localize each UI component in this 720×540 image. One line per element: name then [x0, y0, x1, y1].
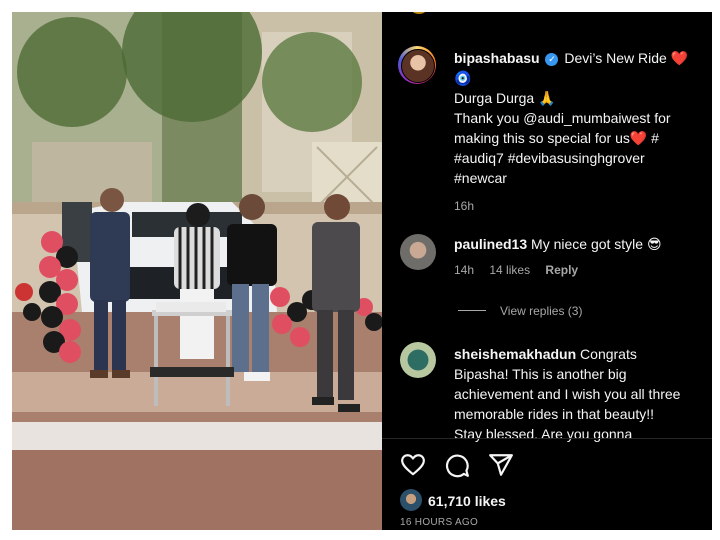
comment-meta: 14h 14 likes Reply — [454, 260, 704, 280]
likes-count[interactable]: 61,710 likes — [428, 491, 506, 511]
comment-age: 14h — [454, 263, 475, 277]
car-delivery-scene — [12, 12, 382, 530]
caption-line: #newcar — [454, 170, 507, 186]
post-timestamp[interactable]: 16 HOURS AGO — [400, 513, 478, 530]
comment-username[interactable]: paulined13 — [454, 236, 527, 252]
comment-username[interactable]: sheishemakhadun — [454, 346, 576, 362]
share-arrow-icon[interactable] — [488, 452, 516, 480]
comment-item: sheishemakhadun Congrats Bipasha! This i… — [454, 344, 704, 444]
comment-likes[interactable]: 14 likes — [489, 263, 530, 277]
caption-age[interactable]: 16h — [454, 196, 704, 216]
caption-line: Durga Durga 🙏 — [454, 90, 556, 106]
comment-bubble-icon[interactable] — [444, 452, 472, 480]
view-replies-button[interactable]: View replies (3) — [458, 301, 582, 321]
comment-text-line: Stay blessed. Are you gonna — [454, 426, 633, 442]
verified-badge-icon: ✓ — [545, 53, 559, 66]
comment-text-line: Congrats — [580, 346, 637, 362]
post-photo[interactable] — [12, 12, 382, 530]
caption-title: Devi’s New Ride — [564, 50, 667, 66]
instagram-post-window: bipashabasu ✓ Devi’s New Ride ❤️ 🧿 Durga… — [12, 12, 712, 530]
author-avatar[interactable] — [398, 46, 436, 84]
reply-button[interactable]: Reply — [545, 263, 578, 277]
comment-text-line: achievement and I wish you all three — [454, 386, 681, 402]
post-caption: bipashabasu ✓ Devi’s New Ride ❤️ 🧿 Durga… — [454, 48, 704, 216]
heart-icon[interactable] — [400, 452, 428, 480]
comment-text-line: memorable rides in that beauty!! — [454, 406, 654, 422]
previous-content-edge — [412, 12, 426, 14]
liker-avatar[interactable] — [400, 489, 422, 511]
comment-text: My niece got style 😎 — [531, 236, 662, 252]
caption-line: #audiq7 #devibasusinghgrover — [454, 150, 645, 166]
caption-line: Thank you @audi_mumbaiwest for — [454, 110, 671, 126]
replies-dash — [458, 310, 486, 311]
caption-line: making this so special for us❤️ # — [454, 130, 659, 146]
actions-divider — [382, 438, 712, 439]
author-username[interactable]: bipashabasu — [454, 50, 540, 66]
comment-text-line: Bipasha! This is another big — [454, 366, 627, 382]
commenter-avatar[interactable] — [400, 342, 436, 378]
comment-item: paulined13 My niece got style 😎 14h 14 l… — [454, 234, 704, 280]
post-details-panel: bipashabasu ✓ Devi’s New Ride ❤️ 🧿 Durga… — [382, 12, 712, 530]
commenter-avatar[interactable] — [400, 234, 436, 270]
